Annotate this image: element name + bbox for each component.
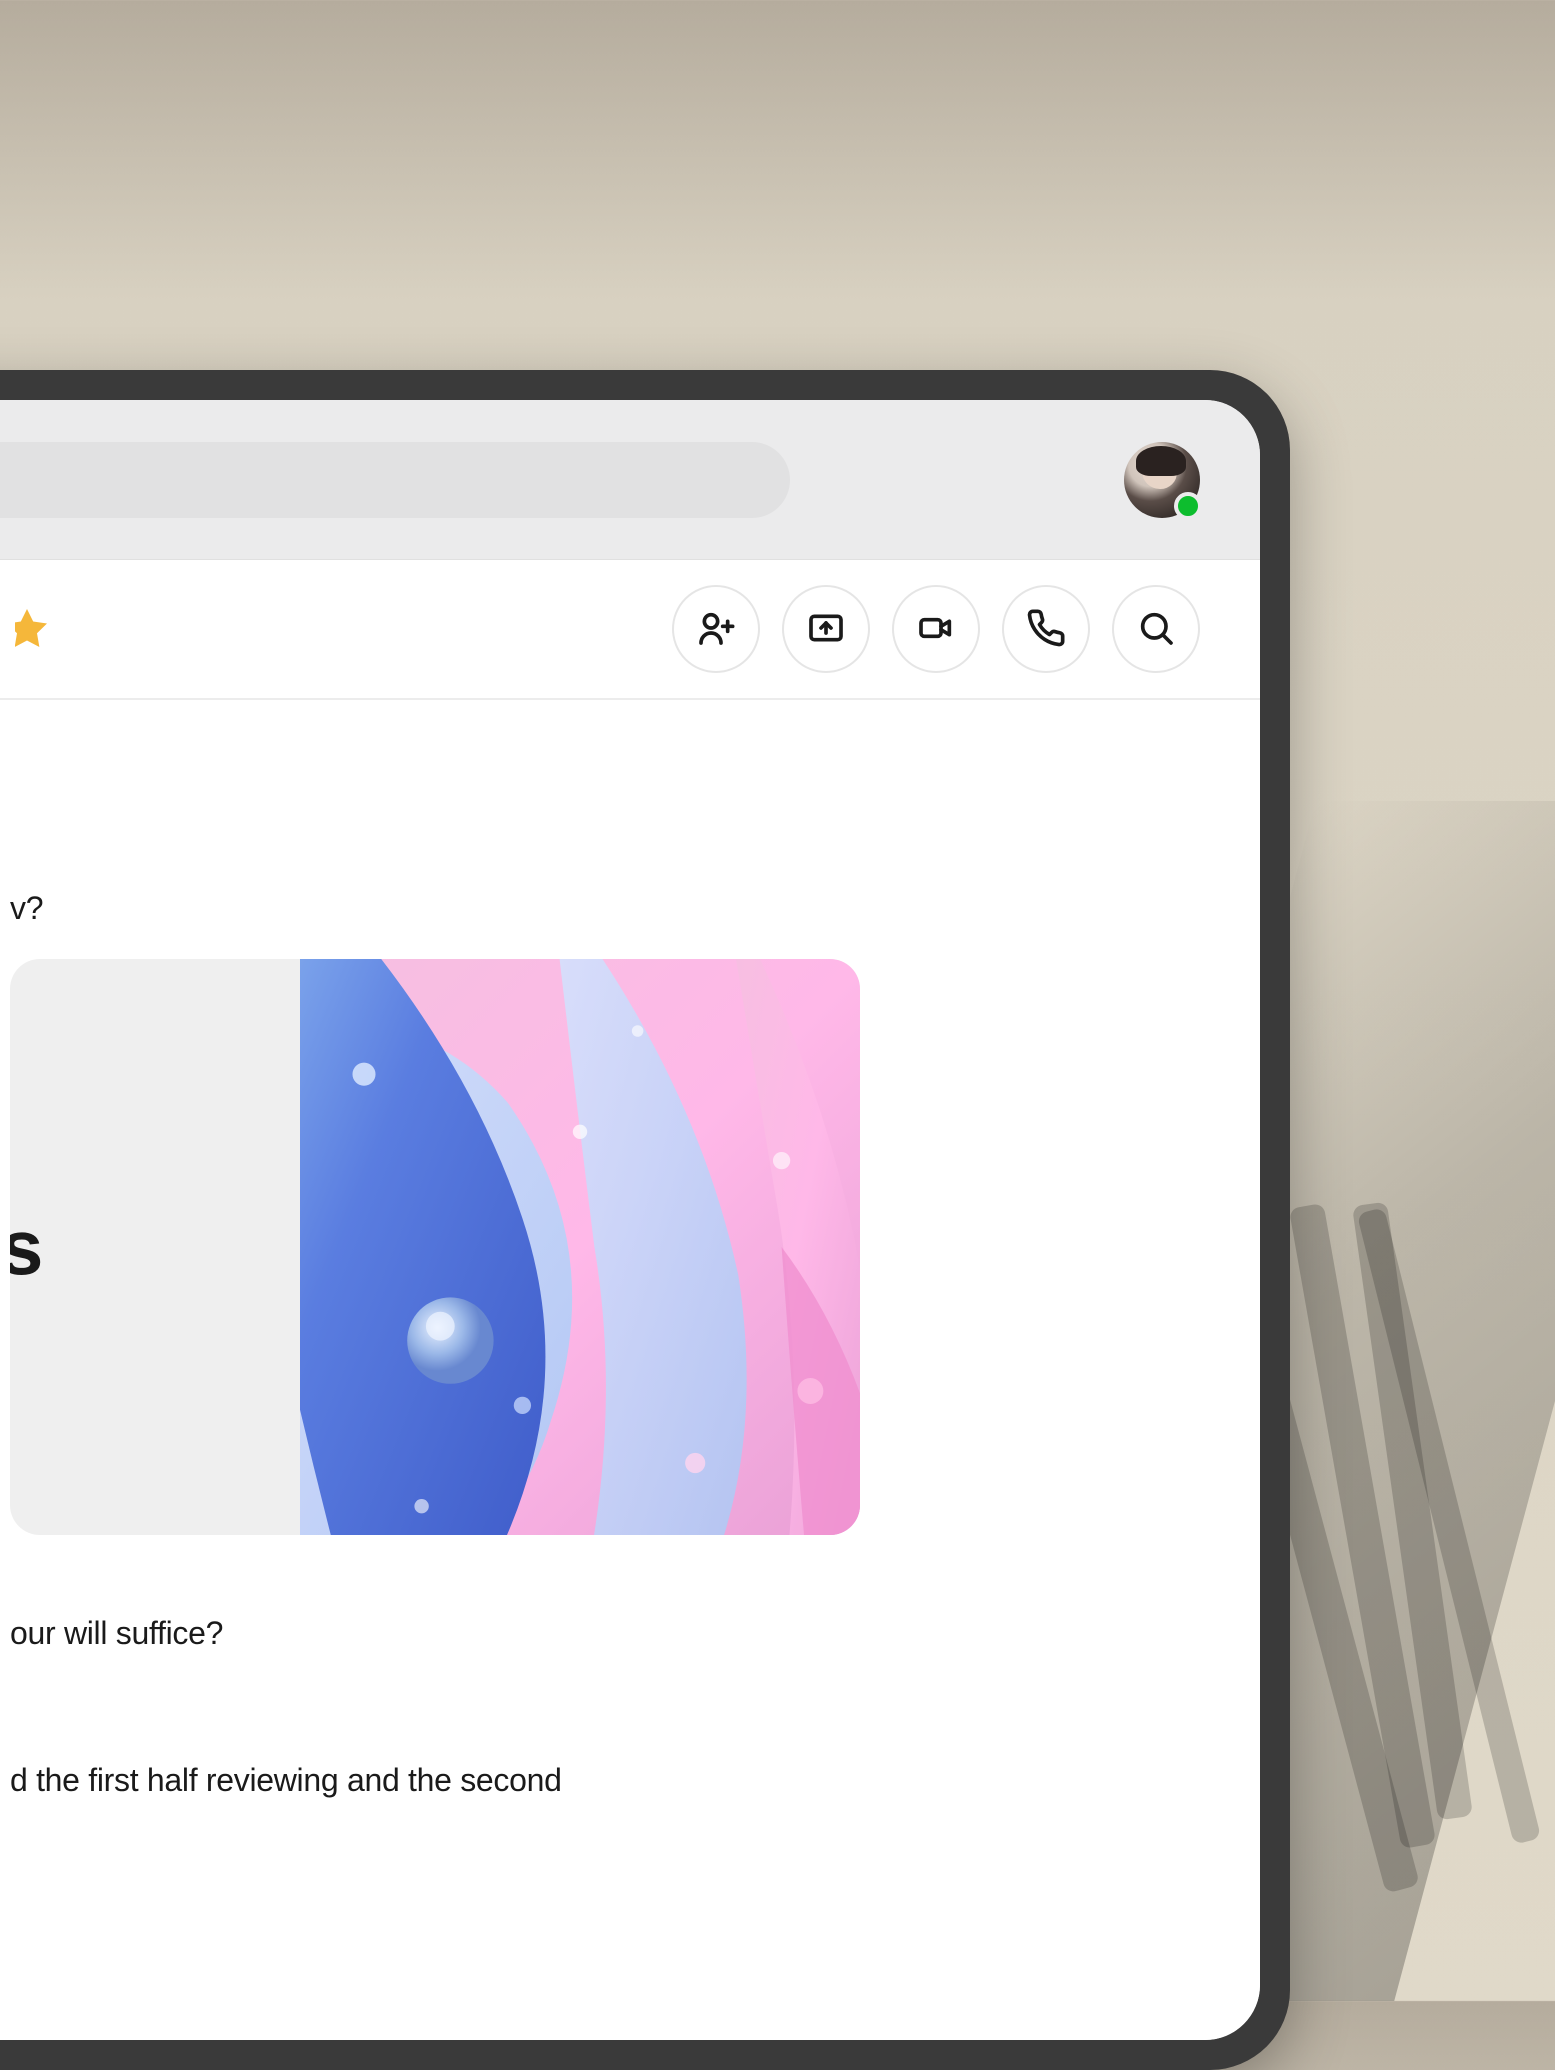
presence-indicator-icon	[1174, 492, 1202, 520]
message-text: v?	[10, 890, 1200, 927]
device-frame: v? s	[0, 370, 1290, 2070]
device-screen: v? s	[0, 400, 1260, 2040]
search-button[interactable]	[1112, 585, 1200, 673]
background-shadow-stripes	[1295, 1201, 1495, 1901]
video-icon	[916, 608, 956, 651]
message-text: d the first half reviewing and the secon…	[10, 1762, 1200, 1799]
attachment-info: s	[10, 959, 300, 1535]
screen-share-icon	[806, 608, 846, 651]
attachment-thumbnail	[300, 959, 860, 1535]
search-icon	[1136, 608, 1176, 651]
star-icon[interactable]	[15, 605, 51, 653]
screen-share-button[interactable]	[782, 585, 870, 673]
search-input[interactable]	[0, 442, 790, 518]
audio-call-button[interactable]	[1002, 585, 1090, 673]
add-person-icon	[696, 608, 736, 651]
chat-content: v? s	[0, 700, 1260, 2040]
user-avatar-button[interactable]	[1124, 442, 1200, 518]
attachment-title: s	[10, 1210, 41, 1284]
add-person-button[interactable]	[672, 585, 760, 673]
attachment-card[interactable]: s	[10, 959, 860, 1535]
conversation-toolbar	[0, 560, 1260, 700]
app-window: v? s	[0, 400, 1260, 2040]
video-call-button[interactable]	[892, 585, 980, 673]
message-text: our will suffice?	[10, 1615, 1200, 1652]
phone-icon	[1026, 608, 1066, 651]
top-bar	[0, 400, 1260, 560]
